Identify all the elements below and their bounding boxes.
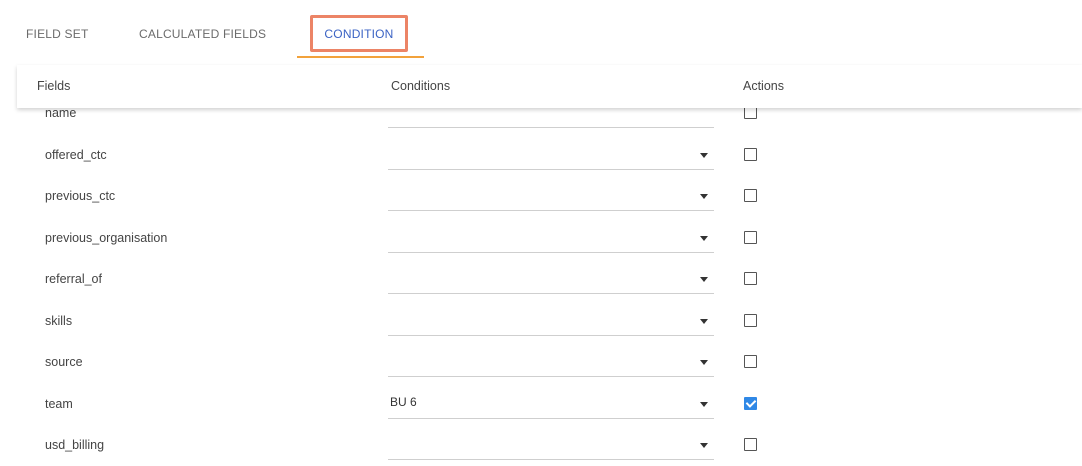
tab-condition[interactable]: CONDITION [310,15,408,52]
condition-select[interactable] [388,225,714,253]
tab-calculated-fields[interactable]: CALCULATED FIELDS [139,27,266,41]
tab-bar: FIELD SET CALCULATED FIELDS CONDITION [0,0,1082,58]
conditions-table: Fields Conditions Actions name offered_ct… [17,65,1082,466]
action-checkbox[interactable] [744,396,757,410]
field-name: source [45,355,83,369]
field-name: previous_organisation [45,230,168,245]
caret-down-icon [700,277,708,282]
action-checkbox[interactable] [744,230,757,244]
field-name: previous_ctc [45,189,116,203]
condition-select[interactable] [388,432,714,460]
action-checkbox[interactable] [744,189,757,202]
caret-down-icon [700,401,708,407]
table-row: skills [17,300,1082,342]
table-body[interactable]: name offered_ctc previous_ctc previous_orga… [17,108,1082,466]
table-row: previous_ctc [17,175,1082,217]
table-row: referral_of [17,258,1082,300]
field-name: referral_of [45,272,102,286]
condition-select[interactable] [388,308,714,336]
field-name: name [45,108,77,120]
action-checkbox[interactable] [744,108,757,119]
table-row: team BU 6 [17,383,1082,425]
table-header: Fields Conditions Actions [17,65,1082,108]
condition-select[interactable] [388,266,714,294]
field-name: usd_billing [45,438,105,452]
field-name: team [45,396,73,411]
table-row: name [17,108,1082,134]
tab-field-set[interactable]: FIELD SET [26,27,88,41]
condition-select[interactable] [388,142,714,170]
tab-condition-label: CONDITION [324,26,394,41]
caret-down-icon [700,194,708,199]
table-row: usd_billing [17,424,1082,466]
header-conditions: Conditions [391,79,451,93]
table-row: source [17,341,1082,383]
header-fields: Fields [37,79,71,93]
action-checkbox[interactable] [744,147,757,161]
caret-down-icon [700,235,708,241]
action-checkbox[interactable] [744,355,757,368]
header-actions: Actions [743,79,784,93]
table-row: previous_organisation [17,217,1082,259]
action-checkbox[interactable] [744,272,757,285]
active-tab-indicator [297,56,424,58]
caret-down-icon [700,318,708,324]
table-row: offered_ctc [17,134,1082,176]
field-name: skills [45,313,73,328]
caret-down-icon [700,152,708,158]
condition-select[interactable] [388,183,714,211]
action-checkbox[interactable] [744,313,757,327]
action-checkbox[interactable] [744,438,757,451]
caret-down-icon [700,443,708,448]
condition-select[interactable] [388,108,714,128]
field-name: offered_ctc [45,147,107,162]
condition-select[interactable] [388,349,714,377]
table-rows: name offered_ctc previous_ctc previous_orga… [17,108,1082,466]
condition-select[interactable]: BU 6 [388,391,714,419]
caret-down-icon [700,360,708,365]
condition-value: BU 6 [390,394,417,409]
